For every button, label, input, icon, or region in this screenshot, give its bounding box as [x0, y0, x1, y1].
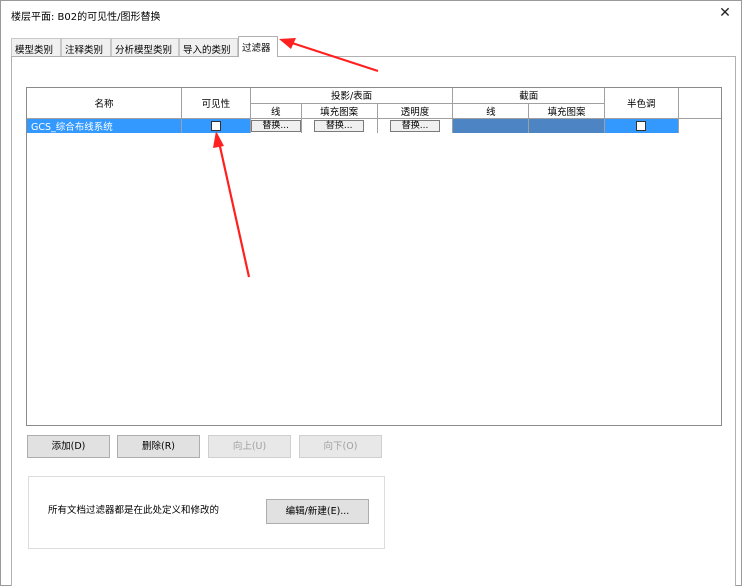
add-button[interactable]: 添加(D): [27, 435, 110, 458]
proj-line-override-button[interactable]: 替换...: [250, 119, 301, 132]
visibility-graphics-dialog: 楼层平面: B02的可见性/图形替换 ✕ 模型类别 注释类别 分析模型类别 导入…: [0, 0, 742, 586]
window-title: 楼层平面: B02的可见性/图形替换: [11, 12, 161, 23]
proj-transparency-cell[interactable]: 替换...: [377, 118, 454, 133]
move-down-button[interactable]: 向下(O): [299, 435, 382, 458]
cut-line-cell: [452, 118, 530, 133]
filters-grid: 名称 可见性 投影/表面 截面 半色调 线 填充图案 透明度 线 填充图案 GC…: [26, 87, 722, 426]
filters-panel: 名称 可见性 投影/表面 截面 半色调 线 填充图案 透明度 线 填充图案 GC…: [11, 56, 736, 586]
cut-fill-cell: [528, 118, 605, 133]
edit-new-button[interactable]: 编辑/新建(E)...: [266, 499, 369, 524]
visibility-cell[interactable]: [181, 118, 251, 133]
tab-annotation-categories[interactable]: 注释类别: [61, 38, 111, 56]
header-visibility: 可见性: [181, 88, 251, 119]
tab-imported-categories[interactable]: 导入的类别: [179, 38, 238, 56]
proj-transparency-override-button[interactable]: 替换...: [390, 119, 441, 132]
header-projection-line: 线: [250, 103, 302, 119]
header-projection-fill: 填充图案: [301, 103, 378, 119]
delete-button[interactable]: 删除(R): [117, 435, 200, 458]
title-bar: 楼层平面: B02的可见性/图形替换 ✕: [1, 1, 741, 27]
close-icon[interactable]: ✕: [717, 4, 733, 22]
proj-fill-cell[interactable]: 替换...: [301, 118, 378, 133]
header-cut: 截面: [452, 88, 605, 104]
header-cut-line: 线: [452, 103, 530, 119]
tab-filters[interactable]: 过滤器: [238, 36, 278, 57]
visibility-checkbox[interactable]: [210, 120, 221, 131]
tab-model-categories[interactable]: 模型类别: [11, 38, 61, 56]
header-projection-surface: 投影/表面: [250, 88, 454, 104]
header-name: 名称: [27, 88, 182, 119]
tab-analytical-model-categories[interactable]: 分析模型类别: [111, 38, 179, 56]
halftone-cell[interactable]: [604, 118, 679, 133]
table-row[interactable]: GCS_综合布线系统 替换... 替换... 替换...: [27, 118, 721, 133]
move-up-button[interactable]: 向上(U): [208, 435, 291, 458]
header-halftone: 半色调: [604, 88, 679, 119]
header-spacer: [678, 88, 721, 119]
header-projection-transparency: 透明度: [377, 103, 454, 119]
header-cut-fill: 填充图案: [528, 103, 605, 119]
filter-name[interactable]: GCS_综合布线系统: [27, 118, 182, 133]
halftone-checkbox[interactable]: [636, 120, 647, 131]
proj-line-cell[interactable]: 替换...: [250, 118, 302, 133]
info-box: 所有文档过滤器都是在此处定义和修改的 编辑/新建(E)...: [28, 476, 385, 549]
row-spacer: [678, 118, 721, 133]
proj-fill-override-button[interactable]: 替换...: [314, 119, 365, 132]
info-text: 所有文档过滤器都是在此处定义和修改的: [48, 505, 220, 516]
